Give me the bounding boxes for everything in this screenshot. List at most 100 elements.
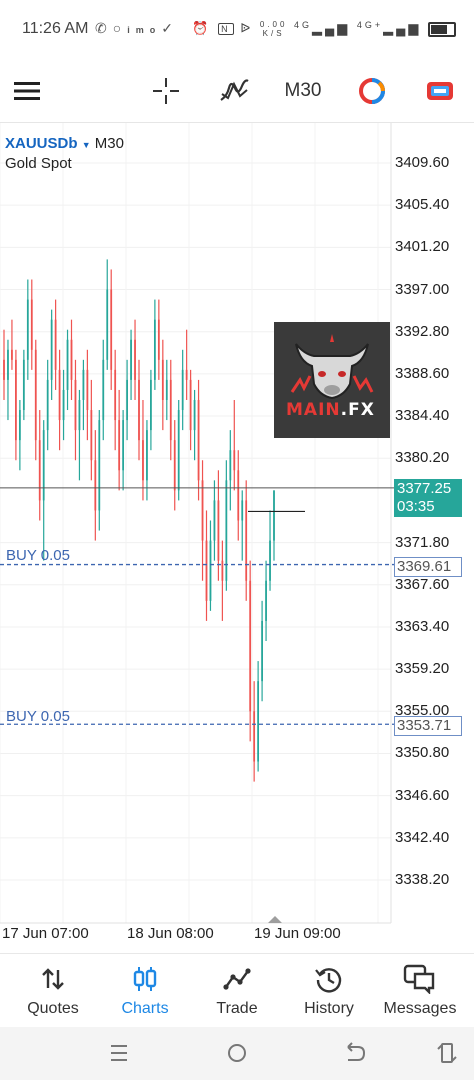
candle-body — [74, 379, 77, 431]
price-tick-label: 3367.60 — [395, 575, 450, 593]
candle-body — [94, 460, 97, 511]
candle-body — [217, 500, 220, 561]
candle-body — [42, 430, 45, 501]
price-tick-label: 3384.40 — [395, 407, 450, 425]
candle-body — [273, 490, 275, 541]
candle-body — [102, 359, 105, 421]
candle-body — [225, 480, 228, 581]
candle-body — [173, 440, 176, 491]
price-tick-label: 3405.40 — [395, 196, 450, 214]
alarm-icon: ⏰ — [192, 20, 212, 36]
mainfx-logo: MAIN.FX — [274, 322, 390, 438]
network-1: 4G — [294, 20, 313, 30]
nav-trade[interactable]: Trade — [191, 954, 283, 1027]
menu-button[interactable] — [10, 72, 44, 110]
logo-text-fx: .FX — [340, 400, 375, 420]
candle-body — [86, 369, 89, 411]
candle-body — [15, 359, 17, 441]
symbol-description: Gold Spot — [5, 155, 72, 172]
crosshair-button[interactable] — [148, 72, 184, 110]
logo-text: MAIN.FX — [286, 400, 375, 420]
time-label-3: 19 Jun 09:00 — [254, 925, 341, 942]
candle-body — [245, 500, 248, 581]
candle-body — [82, 369, 85, 400]
status-time: 11:26 AM — [22, 20, 89, 37]
candle-body — [26, 299, 29, 360]
candle-body — [253, 711, 256, 762]
order-price-1: 3369.61 — [394, 557, 462, 577]
order-label-1[interactable]: BUY 0.05 — [6, 547, 70, 564]
candle-body — [3, 359, 5, 380]
candle-body — [265, 580, 267, 621]
candle-body — [150, 379, 152, 431]
color-scheme-button[interactable] — [354, 72, 390, 110]
candle-body — [78, 399, 81, 431]
candle-body — [138, 379, 140, 441]
menu-icon — [14, 82, 40, 100]
bar-countdown: 03:35 — [397, 498, 435, 515]
net-speed: 0.00 K/S — [260, 20, 288, 38]
candle-body — [54, 319, 57, 370]
dropdown-arrow-icon[interactable]: ▼ — [82, 140, 91, 150]
order-price-2: 3353.71 — [394, 716, 462, 736]
symbol-name[interactable]: XAUUSDb — [5, 135, 78, 152]
rotate-icon[interactable] — [437, 1043, 457, 1063]
bull-logo-icon — [290, 334, 374, 400]
order-label-2[interactable]: BUY 0.05 — [6, 708, 70, 725]
nav-messages-label: Messages — [383, 1000, 457, 1017]
price-tick-label: 3342.40 — [395, 828, 450, 846]
candle-body — [142, 440, 144, 481]
symbol-timeframe: M30 — [94, 135, 124, 152]
home-icon[interactable] — [228, 1044, 246, 1062]
timeframe-button[interactable]: M30 — [280, 72, 326, 110]
candle-body — [169, 379, 172, 441]
candle-body — [130, 339, 132, 380]
chart-shift-marker-icon[interactable] — [268, 916, 282, 923]
signal-icon-2: ▂▄▆ — [383, 20, 422, 36]
candle-body — [233, 450, 236, 471]
charts-icon — [133, 967, 157, 991]
color-scheme-icon — [359, 78, 385, 104]
candle-body — [193, 399, 196, 431]
candle-body — [201, 480, 204, 541]
candle-body — [257, 681, 260, 762]
candle-body — [161, 359, 164, 400]
messages-icon — [403, 964, 435, 994]
candle-body — [11, 349, 13, 360]
nav-history[interactable]: History — [283, 954, 375, 1027]
candle-body — [106, 289, 109, 360]
crosshair-icon — [153, 78, 179, 104]
nav-quotes[interactable]: Quotes — [7, 954, 99, 1027]
nav-charts[interactable]: Charts — [99, 954, 191, 1027]
price-tick-label: 3363.40 — [395, 617, 450, 635]
price-tick-label: 3401.20 — [395, 238, 450, 256]
candle-body — [18, 410, 21, 441]
system-navigation — [0, 1027, 474, 1080]
candle-body — [237, 470, 240, 521]
network-2: 4G+ — [356, 20, 384, 30]
candle-body — [134, 339, 136, 380]
system-nav-icons — [111, 1042, 457, 1063]
status-bar: 11:26 AM ✆○imo✓ ⏰ N ᐉ 0.00 K/S 4G▂▄▆ 4G+… — [0, 0, 474, 60]
candle-body — [122, 420, 125, 471]
candle-body — [98, 420, 101, 511]
indicators-button[interactable] — [216, 72, 252, 110]
notification-icons: ✆○imo✓ — [95, 20, 179, 37]
candle-body — [66, 339, 69, 390]
new-order-button[interactable] — [422, 72, 458, 110]
nav-messages[interactable]: Messages — [374, 954, 466, 1027]
candle-body — [7, 349, 9, 380]
candle-body — [249, 580, 252, 712]
back-icon[interactable] — [347, 1042, 366, 1061]
candle-body — [229, 450, 232, 481]
nfc-icon: N — [218, 23, 234, 36]
candle-body — [146, 430, 148, 481]
candle-body — [22, 359, 25, 411]
candle-body — [70, 339, 73, 380]
chart-symbol-header: XAUUSDb ▼ M30 — [5, 135, 124, 152]
recents-icon[interactable] — [111, 1045, 127, 1061]
candle-body — [177, 410, 180, 491]
signal-icon: ▂▄▆ — [312, 20, 351, 36]
net-speed-value: 0.00 — [259, 20, 288, 29]
price-tick-label: 3359.20 — [395, 660, 450, 678]
